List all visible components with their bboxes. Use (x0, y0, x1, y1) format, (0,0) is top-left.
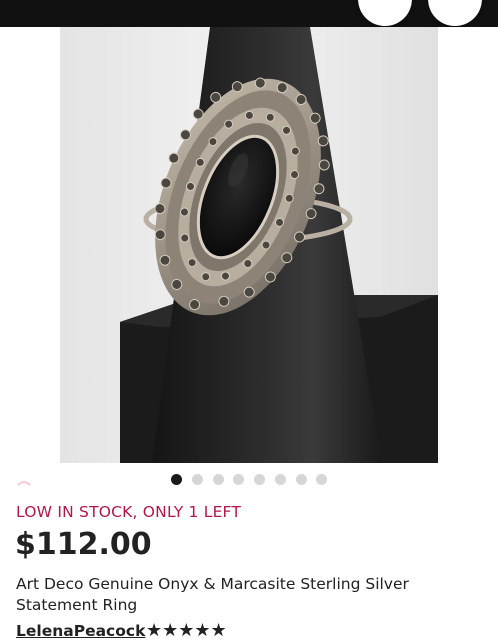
pagination-dot[interactable] (213, 474, 224, 485)
pagination-dot[interactable] (254, 474, 265, 485)
seller-link[interactable]: LelenaPeacock (16, 622, 145, 640)
pagination-dot[interactable] (275, 474, 286, 485)
pagination-dot[interactable] (171, 474, 182, 485)
stock-status: LOW IN STOCK, ONLY 1 LEFT (16, 503, 242, 521)
seller-row: LelenaPeacock ★★★★★ (16, 620, 227, 642)
rating-stars[interactable]: ★★★★★ (146, 620, 227, 641)
share-button[interactable] (358, 0, 412, 26)
ring-image (60, 27, 438, 463)
product-price: $112.00 (15, 527, 152, 562)
favorite-button[interactable] (428, 0, 482, 26)
pagination-dot[interactable] (233, 474, 244, 485)
badge-icon (17, 481, 31, 486)
top-app-bar (0, 0, 498, 27)
product-image-gallery[interactable] (0, 27, 498, 463)
gallery-pagination[interactable] (0, 474, 498, 486)
pagination-dot[interactable] (316, 474, 327, 485)
pagination-dot[interactable] (296, 474, 307, 485)
product-title: Art Deco Genuine Onyx & Marcasite Sterli… (16, 575, 409, 614)
pagination-dot[interactable] (192, 474, 203, 485)
product-photo[interactable] (60, 27, 438, 463)
